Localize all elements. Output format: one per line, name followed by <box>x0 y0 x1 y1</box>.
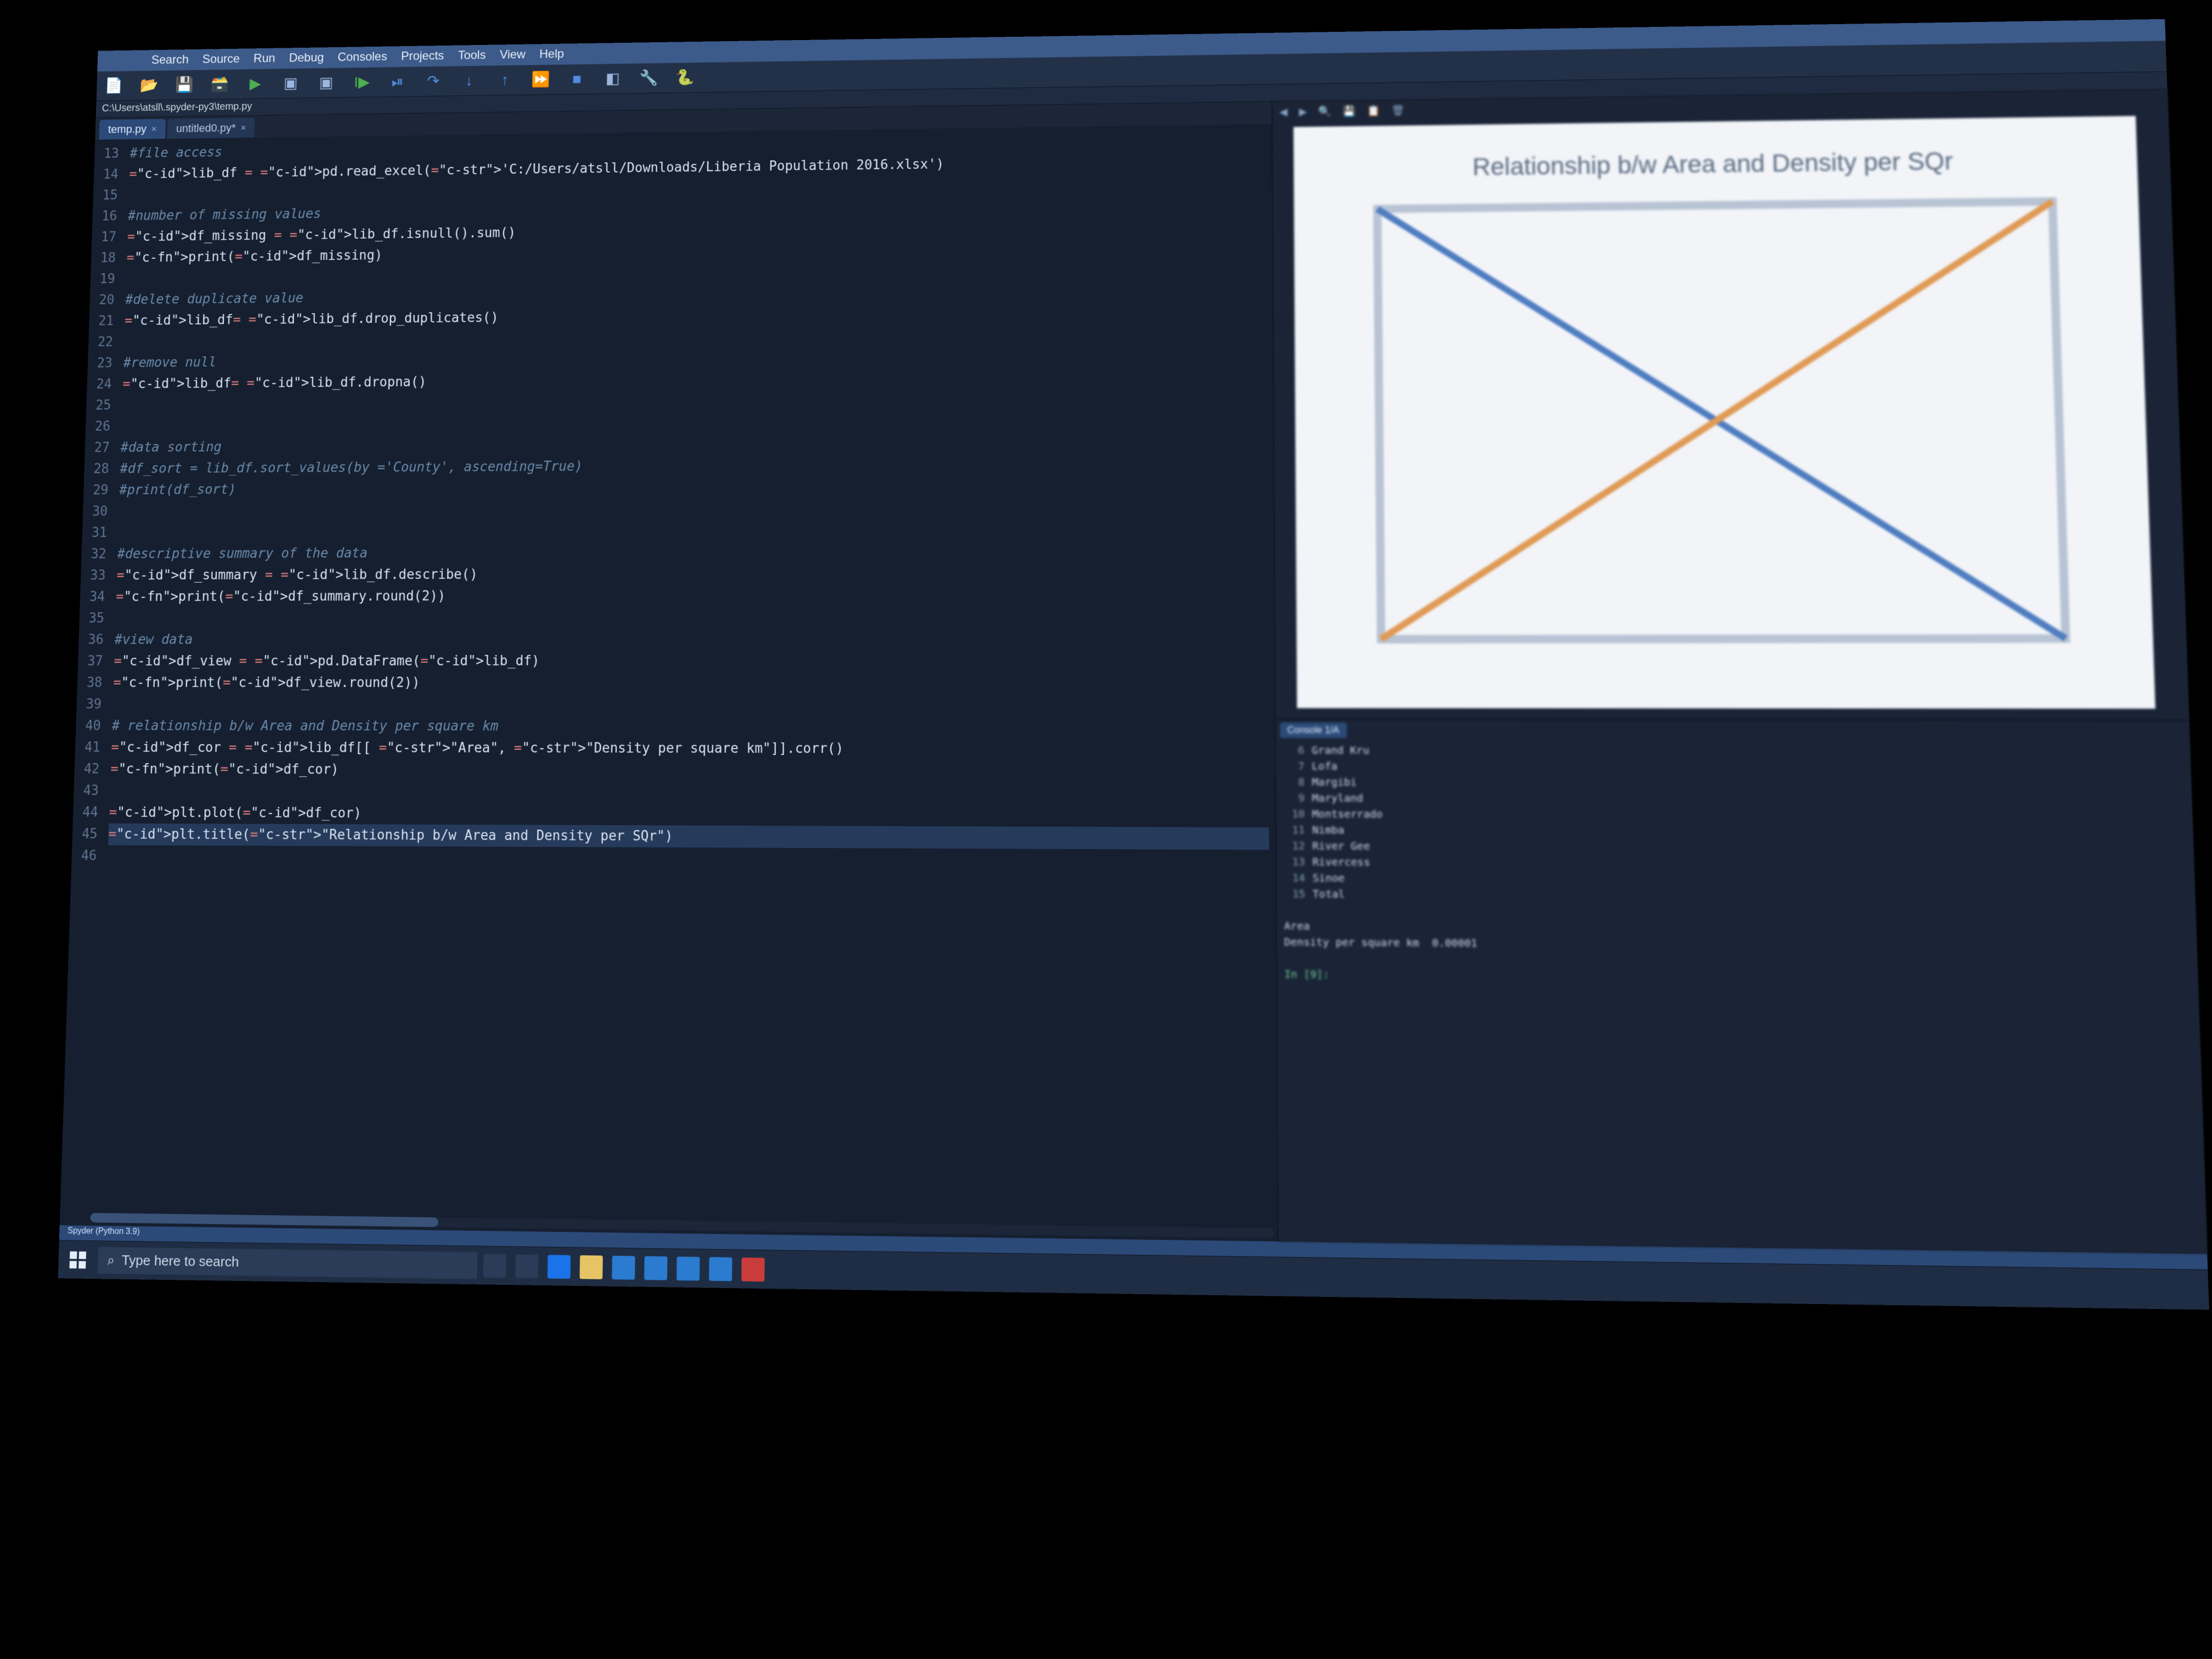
plot-copy-icon[interactable]: 📋 <box>1367 104 1380 117</box>
run-file-icon[interactable]: ▶ <box>247 75 264 92</box>
taskbar-photos-icon[interactable] <box>676 1256 699 1280</box>
plot-save-icon[interactable]: 💾 <box>1342 104 1356 117</box>
editor-tab[interactable]: untitled0.py* × <box>167 118 255 139</box>
menu-source[interactable]: Source <box>202 52 240 66</box>
search-placeholder: Type here to search <box>121 1252 239 1270</box>
right-pane: ◀ ▶ 🔍 💾 📋 🗑 Relationship b/w Area and De… <box>1272 89 2207 1254</box>
console-tab[interactable]: Console 1/A <box>1280 723 1347 738</box>
ipython-console-pane: Console 1/A 6Grand Kru 7Lofa 8Margibi 9M… <box>1276 720 2207 1254</box>
close-icon[interactable]: × <box>240 122 246 133</box>
menu-run[interactable]: Run <box>253 52 275 66</box>
menu-consoles[interactable]: Consoles <box>337 50 387 65</box>
search-icon: ⌕ <box>107 1251 115 1268</box>
layout-icon[interactable]: ◧ <box>604 70 622 87</box>
plot-canvas: Relationship b/w Area and Density per SQ… <box>1293 116 2155 709</box>
taskbar-edge-icon[interactable] <box>548 1255 571 1279</box>
console-output[interactable]: 6Grand Kru 7Lofa 8Margibi 9Maryland 10Mo… <box>1276 738 2207 1254</box>
close-icon[interactable]: × <box>151 124 157 134</box>
step-out-icon[interactable]: ↑ <box>496 71 514 88</box>
plot-zoom-icon[interactable]: 🔍 <box>1318 105 1331 118</box>
run-selection-icon[interactable]: I▶ <box>353 74 370 91</box>
editor-tab[interactable]: temp.py × <box>99 119 166 140</box>
code-editor[interactable]: 1314151617181920212223242526272829303132… <box>60 124 1278 1228</box>
windows-start-button[interactable] <box>63 1245 92 1275</box>
taskbar-movies-icon[interactable] <box>709 1257 732 1281</box>
python-path-icon[interactable]: 🐍 <box>676 69 694 86</box>
taskbar-mail-icon[interactable] <box>644 1256 667 1280</box>
tab-label: untitled0.py* <box>176 121 236 135</box>
save-all-icon[interactable]: 🗃️ <box>211 76 228 93</box>
plot-title: Relationship b/w Area and Density per SQ… <box>1472 148 1953 180</box>
menu-tools[interactable]: Tools <box>458 48 486 63</box>
taskbar-cortana-icon[interactable] <box>483 1254 506 1278</box>
plot-delete-icon[interactable]: 🗑 <box>1391 104 1404 117</box>
stop-debug-icon[interactable]: ■ <box>568 71 586 88</box>
taskbar-store-icon[interactable] <box>612 1255 635 1279</box>
new-file-icon[interactable]: 📄 <box>105 77 122 94</box>
spyder-window: Search Source Run Debug Consoles Projects Tool… <box>58 19 2209 1310</box>
plots-pane: ◀ ▶ 🔍 💾 📋 🗑 Relationship b/w Area and De… <box>1272 89 2189 721</box>
debug-icon[interactable]: ⏯ <box>389 73 406 90</box>
taskbar-spyder-icon[interactable] <box>741 1257 764 1282</box>
menu-projects[interactable]: Projects <box>401 49 444 64</box>
menu-debug[interactable]: Debug <box>289 51 324 65</box>
run-cell-icon[interactable]: ▣ <box>282 75 299 92</box>
run-cell-advance-icon[interactable]: ▣ <box>318 74 335 91</box>
plot-next-icon[interactable]: ▶ <box>1299 105 1307 118</box>
continue-icon[interactable]: ⏩ <box>532 71 550 88</box>
step-over-icon[interactable]: ↷ <box>425 72 442 89</box>
taskbar-search[interactable]: ⌕ Type here to search <box>98 1247 477 1279</box>
open-file-icon[interactable]: 📂 <box>140 77 157 94</box>
taskbar-task-view-icon[interactable] <box>515 1254 538 1278</box>
menu-view[interactable]: View <box>500 48 526 62</box>
plot-prev-icon[interactable]: ◀ <box>1279 105 1288 118</box>
menu-help[interactable]: Help <box>539 47 564 61</box>
tab-label: temp.py <box>108 123 147 136</box>
editor-pane: temp.py × untitled0.py* × 13141516171819202… <box>60 101 1278 1241</box>
step-into-icon[interactable]: ↓ <box>460 72 477 89</box>
menu-search[interactable]: Search <box>151 53 189 67</box>
taskbar-explorer-icon[interactable] <box>580 1255 603 1279</box>
preferences-icon[interactable]: 🔧 <box>640 70 658 87</box>
save-icon[interactable]: 💾 <box>176 76 193 93</box>
